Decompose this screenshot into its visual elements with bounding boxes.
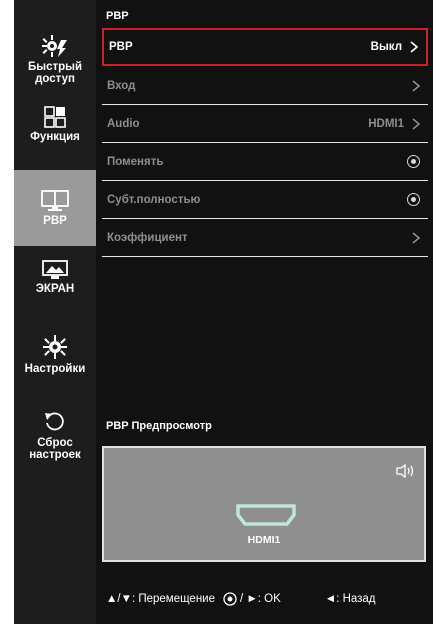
menu-row-audio[interactable]: Audio HDMI1	[102, 105, 428, 143]
sidebar-item-label: Функция	[30, 131, 80, 143]
menu-row-label: Audio	[107, 117, 140, 130]
radio-icon[interactable]	[407, 193, 420, 206]
sidebar-item-label: Настройки	[24, 363, 86, 375]
chevron-right-icon	[410, 41, 418, 53]
chevron-right-icon	[412, 79, 420, 92]
screen-icon	[42, 260, 68, 279]
menu-row-label: Субт.полностью	[107, 193, 201, 206]
speaker-icon	[396, 464, 414, 478]
preview-input-label: HDMI1	[247, 534, 281, 546]
menu-row-ratio[interactable]: Коэффициент	[102, 219, 428, 257]
menu-row-value: Выкл	[370, 41, 402, 53]
pbp-settings-panel: PBP PBP Выкл Вход Audio HDMI1 Поменять С…	[98, 0, 433, 624]
sidebar-item-screen[interactable]: ЭКРАН	[14, 260, 96, 300]
menu-row-pbp[interactable]: PBP Выкл	[102, 28, 428, 66]
sidebar-item-settings[interactable]: Настройки	[14, 334, 96, 382]
quick-access-icon	[42, 35, 67, 57]
hdmi-icon	[236, 504, 296, 526]
menu-row-label: Поменять	[107, 155, 164, 168]
menu-row-value: HDMI1	[368, 117, 404, 130]
sidebar-item-function[interactable]: Функция	[14, 106, 96, 150]
pbp-icon	[41, 189, 69, 211]
menu-row-swap[interactable]: Поменять	[102, 143, 428, 181]
page-title: PBP	[106, 10, 129, 22]
sidebar-item-pbp[interactable]: PBP	[14, 170, 96, 246]
sidebar-item-label: ЭКРАН	[35, 283, 75, 295]
preview-title: PBP Предпросмотр	[106, 420, 212, 432]
sidebar: Быстрый доступ Функция PBP ЭКРАН Настрой…	[14, 0, 96, 624]
ok-button-icon	[223, 592, 237, 606]
osd-menu-frame: Быстрый доступ Функция PBP ЭКРАН Настрой…	[14, 0, 433, 624]
hint-ok: / ►: OK	[240, 593, 281, 605]
sidebar-item-label: PBP	[43, 214, 67, 227]
menu-row-full-sub[interactable]: Субт.полностью	[102, 181, 428, 219]
menu-row-label: Вход	[107, 79, 136, 92]
chevron-right-icon	[412, 231, 420, 244]
radio-icon[interactable]	[407, 155, 420, 168]
footer-hints: ▲/▼: Перемещение / ►: OK ◄: Назад	[106, 592, 430, 606]
menu-row-label: PBP	[109, 41, 133, 53]
chevron-right-icon	[412, 117, 420, 130]
sidebar-item-quick-access[interactable]: Быстрый доступ	[14, 34, 96, 96]
menu-row-input[interactable]: Вход	[102, 67, 428, 105]
pbp-preview: HDMI1	[102, 446, 426, 562]
settings-icon	[43, 335, 67, 359]
sidebar-item-reset[interactable]: Сброс настроек	[14, 410, 96, 466]
sidebar-item-label: Сброс настроек	[29, 437, 81, 461]
reset-icon	[45, 412, 64, 431]
function-icon	[44, 106, 66, 128]
menu-row-label: Коэффициент	[107, 231, 188, 244]
hint-move: ▲/▼: Перемещение	[106, 593, 216, 605]
hint-back: ◄: Назад	[324, 593, 376, 605]
sidebar-item-label: Быстрый доступ	[27, 61, 83, 85]
